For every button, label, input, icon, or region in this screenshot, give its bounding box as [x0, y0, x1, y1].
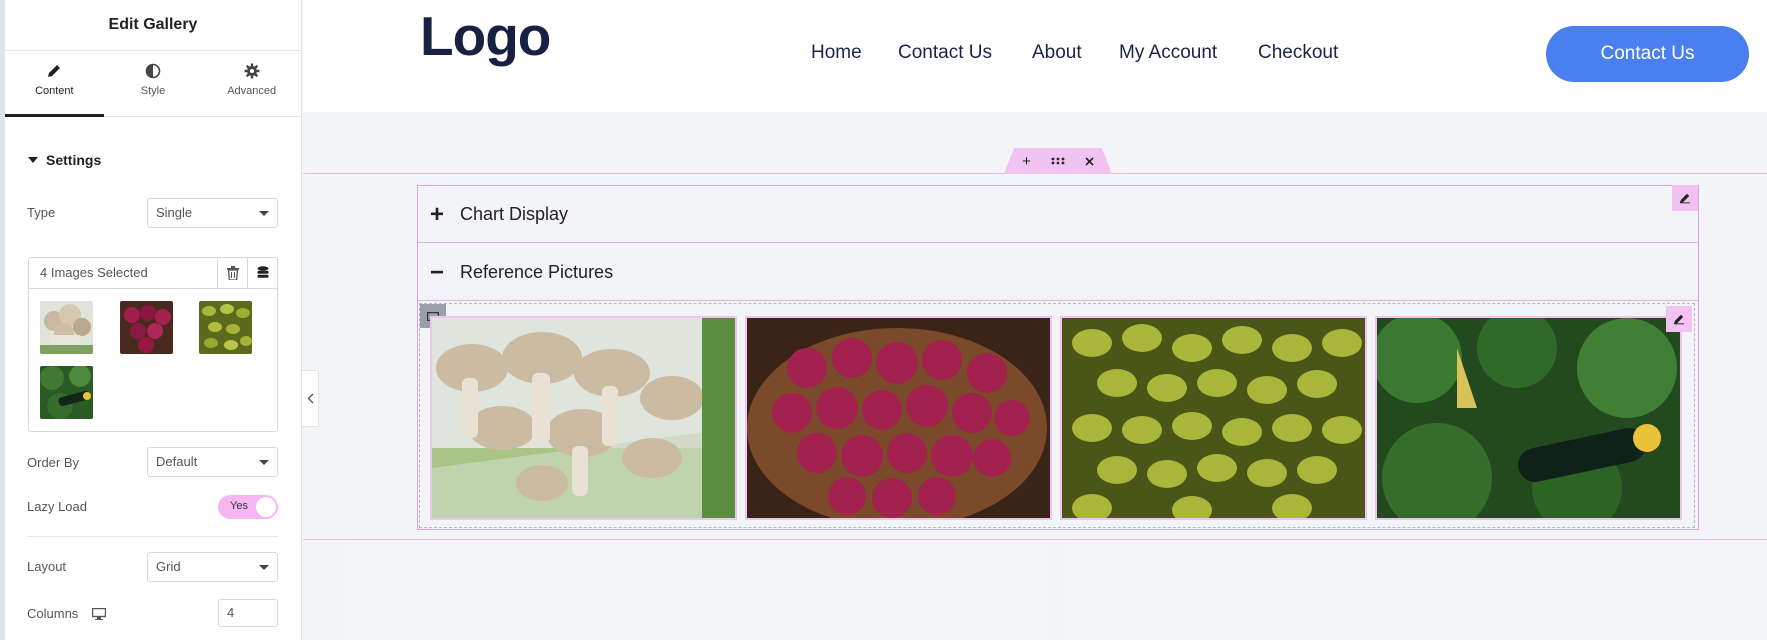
gallery-image-mushrooms[interactable] — [430, 316, 737, 520]
dynamic-tags-button[interactable] — [247, 258, 277, 288]
minus-icon: − — [430, 259, 445, 286]
images-selected-text: 4 Images Selected — [40, 265, 148, 280]
type-label: Type — [27, 205, 56, 220]
chevron-down-icon — [259, 460, 269, 465]
nav-checkout[interactable]: Checkout — [1258, 42, 1338, 64]
gear-icon — [244, 63, 260, 79]
gallery-image-green-olives[interactable] — [1060, 316, 1367, 520]
editor-panel: Edit Gallery Content Style Advanced Sett… — [0, 0, 302, 640]
order-by-value: Default — [156, 454, 198, 469]
delete-gallery-button[interactable] — [217, 258, 247, 288]
thumbnail-green-olives[interactable] — [199, 301, 252, 354]
desktop-icon[interactable] — [92, 607, 107, 620]
nav-about[interactable]: About — [1032, 42, 1082, 64]
toggle-value: Yes — [230, 500, 248, 512]
half-circle-icon — [145, 63, 161, 79]
columns-label: Columns — [27, 606, 79, 621]
order-by-label: Order By — [27, 455, 80, 470]
tab-label: Advanced — [227, 85, 277, 97]
chevron-down-icon — [259, 211, 269, 216]
nav-home[interactable]: Home — [811, 42, 862, 64]
lazy-load-toggle[interactable]: Yes — [218, 495, 278, 519]
settings-section-toggle[interactable]: Settings — [28, 152, 101, 168]
add-section-icon[interactable]: + — [1022, 153, 1031, 170]
drag-handle-icon[interactable] — [1051, 157, 1065, 165]
accordion-item-chart-display[interactable]: + Chart Display — [418, 186, 1698, 243]
chevron-down-icon — [259, 565, 269, 570]
gallery-widget — [419, 303, 1695, 528]
panel-tabs: Content Style Advanced — [5, 51, 301, 117]
edit-accordion-button[interactable] — [1672, 185, 1698, 211]
gallery-header: 4 Images Selected — [29, 258, 277, 289]
caret-down-icon — [28, 157, 38, 163]
pencil-icon — [1674, 314, 1684, 325]
gallery-image-red-onions[interactable] — [745, 316, 1052, 520]
nav-my-account[interactable]: My Account — [1119, 42, 1217, 64]
thumbnail-zucchini[interactable] — [40, 366, 93, 419]
layout-select[interactable]: Grid — [147, 552, 278, 582]
accordion-title: Reference Pictures — [460, 262, 614, 282]
panel-title: Edit Gallery — [5, 0, 301, 51]
close-icon[interactable] — [1085, 156, 1094, 166]
lazy-load-label: Lazy Load — [27, 499, 87, 514]
database-icon — [257, 266, 268, 278]
pencil-icon — [48, 65, 61, 77]
accordion-item-reference-pictures[interactable]: − Reference Pictures — [418, 244, 1698, 301]
section-title: Settings — [46, 152, 102, 168]
contact-us-button[interactable]: Contact Us — [1546, 26, 1749, 82]
tab-content[interactable]: Content — [5, 51, 104, 117]
gallery-image-zucchini[interactable] — [1375, 316, 1682, 520]
tab-advanced[interactable]: Advanced — [202, 51, 301, 116]
divider — [27, 536, 278, 537]
section-handle: + — [1004, 148, 1112, 174]
plus-icon: + — [430, 201, 445, 228]
site-logo[interactable]: Logo — [420, 4, 551, 68]
gallery-control: 4 Images Selected — [28, 257, 278, 432]
tab-style[interactable]: Style — [104, 51, 203, 116]
accordion-title: Chart Display — [460, 204, 569, 224]
accordion-widget: + Chart Display − Reference Pictures — [417, 185, 1699, 530]
thumbnail-red-onions[interactable] — [120, 301, 173, 354]
layout-label: Layout — [27, 559, 67, 574]
nav-contact-us[interactable]: Contact Us — [898, 42, 992, 64]
type-select[interactable]: Single — [147, 198, 278, 228]
tab-label: Content — [35, 85, 74, 97]
layout-value: Grid — [156, 559, 181, 574]
tab-label: Style — [140, 85, 166, 97]
thumbnail-mushrooms[interactable] — [40, 301, 93, 354]
edit-gallery-button[interactable] — [1666, 306, 1692, 332]
type-value: Single — [156, 205, 193, 220]
trash-icon — [226, 266, 239, 280]
lower-column — [1066, 541, 1767, 640]
lower-column — [346, 541, 1046, 640]
pencil-icon — [1680, 193, 1690, 204]
columns-input[interactable]: 4 — [218, 599, 278, 627]
toggle-knob — [256, 497, 276, 517]
columns-label-row: Columns — [27, 606, 107, 621]
order-by-select[interactable]: Default — [147, 447, 278, 477]
